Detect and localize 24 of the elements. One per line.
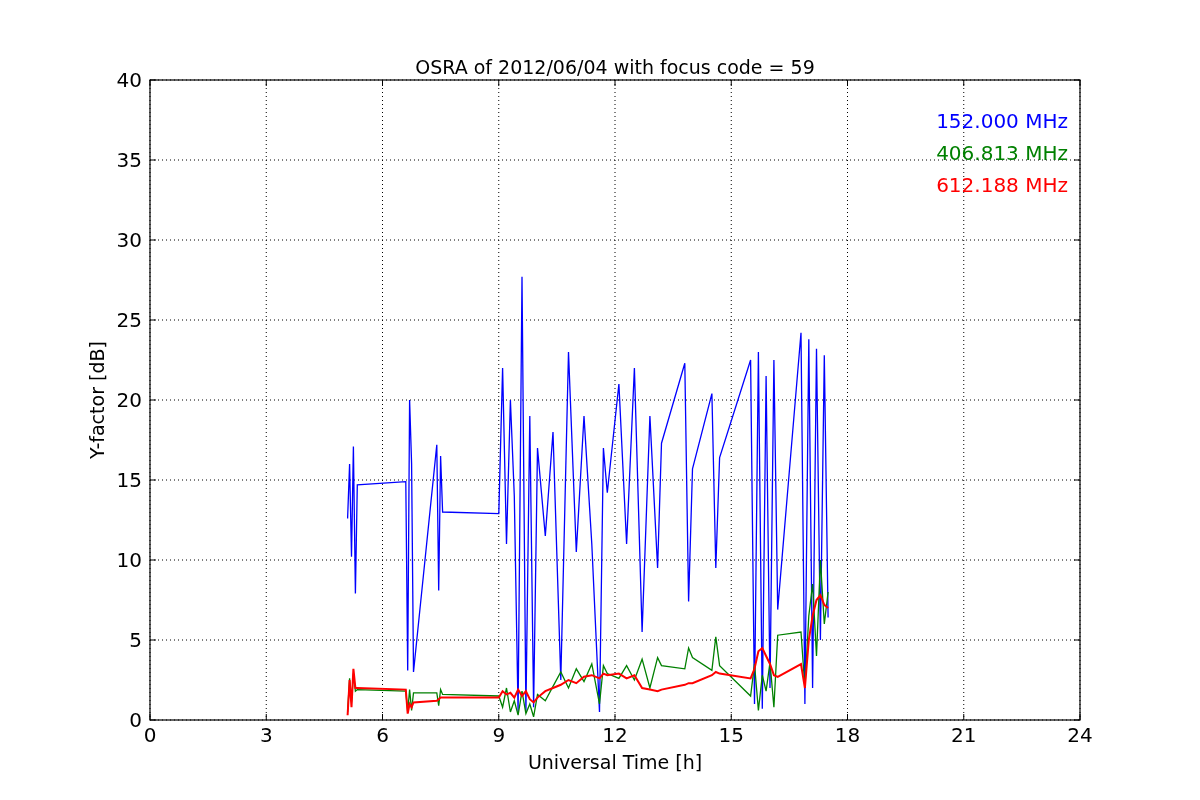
x-tick-label: 12 (602, 723, 628, 747)
y-tick-label: 40 (116, 68, 142, 92)
x-tick-label: 18 (834, 723, 861, 747)
y-axis-label: Y-factor [dB] (86, 341, 108, 459)
y-tick-label: 15 (116, 468, 142, 492)
x-tick-label: 21 (951, 723, 977, 747)
y-tick-label: 35 (116, 148, 142, 172)
x-tick-label: 6 (376, 723, 389, 747)
legend-label: 406.813 MHz (936, 141, 1068, 165)
x-tick-label: 24 (1067, 723, 1093, 747)
x-axis-label: Universal Time [h] (527, 751, 703, 773)
x-tick-label: 3 (259, 723, 273, 747)
x-tick-label: 15 (718, 723, 744, 747)
y-tick-label: 20 (116, 388, 142, 412)
x-tick-label: 9 (492, 723, 506, 747)
y-tick-label: 10 (116, 548, 142, 572)
x-tick-label: 0 (143, 723, 157, 747)
y-tick-label: 30 (116, 228, 142, 252)
chart-title: OSRA of 2012/06/04 with focus code = 59 (415, 56, 815, 78)
y-tick-label: 25 (116, 308, 142, 332)
y-tick-label: 5 (129, 628, 142, 652)
legend-label: 152.000 MHz (936, 109, 1068, 133)
legend-label: 612.188 MHz (936, 173, 1068, 197)
y-tick-label: 0 (129, 708, 142, 732)
